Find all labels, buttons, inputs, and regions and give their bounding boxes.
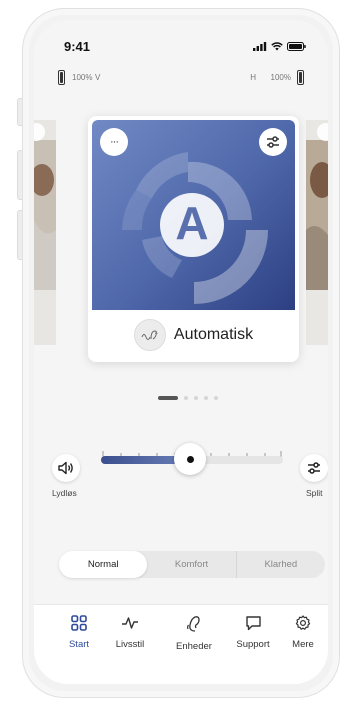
right-side-label: H <box>250 73 256 82</box>
program-settings-button[interactable] <box>259 128 287 156</box>
wifi-icon <box>271 42 283 51</box>
right-battery-icon <box>297 70 304 85</box>
volume-slider-thumb[interactable] <box>174 443 206 475</box>
thumb-dot <box>186 455 194 463</box>
page-dot-2[interactable] <box>184 396 188 400</box>
tab-mere[interactable]: Mere <box>276 615 328 650</box>
tab-support[interactable]: Support <box>226 615 280 650</box>
tab-livsstil-label: Livsstil <box>115 639 145 650</box>
mute-label: Lydløs <box>52 488 77 498</box>
status-time: 9:41 <box>64 39 91 54</box>
tab-enheder-label: Enheder <box>176 641 212 652</box>
tab-mere-label: Mere <box>292 639 314 650</box>
sound-mode-selector: Normal Komfort Klarhed <box>59 551 325 578</box>
tab-start-label: Start <box>68 639 90 650</box>
sliders-icon <box>267 136 279 148</box>
sound-mode-normal-label: Normal <box>87 559 119 570</box>
sound-mode-komfort-label: Komfort <box>174 559 209 570</box>
phone-battery-icon <box>287 42 306 51</box>
app-screen: 9:41 100% V H 100% A ··· A Automatisk Ly… <box>34 20 328 684</box>
hearing-wave-icon: A <box>141 330 158 340</box>
more-icon: ··· <box>110 136 119 148</box>
hearing-aid-icon <box>187 616 200 632</box>
next-program-card[interactable] <box>306 120 328 345</box>
program-card-image: A ··· <box>92 120 295 310</box>
activity-icon <box>122 617 138 629</box>
program-title-row: A Automatisk <box>88 318 299 352</box>
sound-mode-normal[interactable]: Normal <box>59 551 148 578</box>
page-dot-5[interactable] <box>214 396 218 400</box>
program-name: Automatisk <box>173 326 254 343</box>
chat-icon <box>245 616 261 631</box>
next-program-photo <box>306 120 328 345</box>
svg-text:A: A <box>155 330 158 335</box>
mute-button[interactable] <box>52 454 80 482</box>
sound-mode-komfort[interactable]: Komfort <box>147 551 237 578</box>
bottom-tab-bar: Start Livsstil Enheder Support Mere <box>34 604 328 684</box>
tab-enheder[interactable]: Enheder <box>167 615 221 652</box>
sound-mode-klarhed-label: Klarhed <box>264 559 298 570</box>
program-pagination <box>158 396 218 400</box>
tab-start[interactable]: Start <box>52 615 106 650</box>
previous-program-photo <box>34 120 56 345</box>
left-battery-icon <box>58 70 65 85</box>
automatic-program-icon: A <box>133 319 166 351</box>
program-card[interactable]: A ··· A Automatisk <box>88 116 299 362</box>
split-label: Split <box>306 488 323 498</box>
cellular-signal-icon <box>253 42 267 51</box>
hearing-aid-battery-row: 100% V H 100% <box>58 70 304 88</box>
right-battery-percent: 100% <box>270 73 291 82</box>
status-icons <box>253 42 306 51</box>
split-sliders-icon <box>308 462 320 474</box>
program-letter: A <box>175 197 209 249</box>
speaker-icon <box>58 461 73 475</box>
page-dot-3[interactable] <box>194 396 198 400</box>
page-dot-1[interactable] <box>158 396 178 400</box>
program-more-button[interactable]: ··· <box>100 128 128 156</box>
left-side-label: V <box>95 73 101 82</box>
previous-program-card[interactable] <box>34 120 56 345</box>
gear-icon <box>295 615 311 630</box>
left-battery-percent: 100% <box>72 73 93 82</box>
page-dot-4[interactable] <box>204 396 208 400</box>
tab-livsstil[interactable]: Livsstil <box>103 615 157 650</box>
sound-mode-klarhed[interactable]: Klarhed <box>237 551 325 578</box>
grid-icon <box>71 615 87 631</box>
tab-support-label: Support <box>236 639 270 650</box>
split-button[interactable] <box>300 454 328 482</box>
